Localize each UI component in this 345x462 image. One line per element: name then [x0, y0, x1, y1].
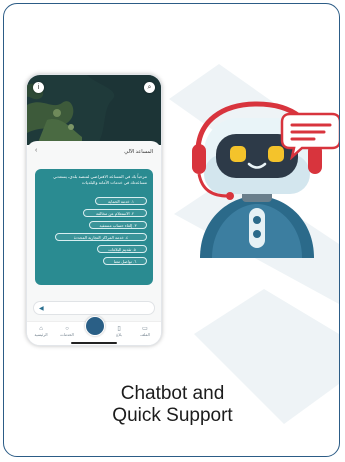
option-4[interactable]: ٤. خدمة المراكز التجارية المحددة — [55, 233, 147, 241]
center-action-button[interactable] — [85, 316, 105, 336]
nav-label-services: الخدمات — [60, 333, 74, 337]
caption-line-1: Chatbot and — [120, 383, 225, 404]
satellite-map — [27, 75, 161, 145]
chat-panel: مرحباً بك في المساعد الافتراضي لمنصة بلد… — [35, 169, 153, 285]
nav-item-inquiry[interactable]: ▯ بلاغ — [107, 325, 131, 338]
message-input[interactable]: ◀ — [33, 301, 155, 315]
back-icon[interactable]: ‹ — [35, 147, 37, 154]
bottom-nav: ⌂ الرئيسية ○ الخدمات ▯ بلاغ ▭ الملف — [27, 316, 161, 345]
search-nav-icon: ○ — [65, 326, 69, 332]
search-icon[interactable]: ⌕ — [144, 82, 155, 93]
nav-item-services[interactable]: ○ الخدمات — [55, 325, 79, 338]
nav-label-inquiry: بلاغ — [116, 333, 122, 337]
home-icon: ⌂ — [39, 326, 43, 332]
caption-line-2: Quick Support — [112, 405, 233, 426]
option-2[interactable]: ٢. الاستعلام عن مخالفة — [83, 209, 147, 217]
sheet-title: المساعد الآلي — [124, 149, 153, 155]
option-6[interactable]: ٦. تواصل معنا — [103, 257, 147, 265]
option-5[interactable]: ٥. تقديم البلاغات — [97, 245, 147, 253]
info-button[interactable]: i — [33, 82, 44, 93]
profile-icon: ▭ — [142, 326, 148, 332]
nav-item-home[interactable]: ⌂ الرئيسية — [29, 325, 53, 338]
chat-bubble-icon — [280, 112, 339, 160]
nav-item-profile[interactable]: ▭ الملف — [133, 325, 157, 338]
bot-message: مرحباً بك في المساعد الافتراضي لمنصة بلد… — [53, 174, 147, 185]
document-icon: ▯ — [117, 326, 121, 332]
nav-label-home: الرئيسية — [34, 333, 48, 337]
send-icon[interactable]: ◀ — [39, 305, 44, 312]
home-indicator — [71, 342, 117, 344]
option-3[interactable]: ٣. إلغاء حساب مستفيد — [89, 221, 147, 229]
nav-label-profile: الملف — [140, 333, 150, 337]
phone-mockup: i ⌕ ‹ المساعد الآلي مرحباً بك في المساعد… — [26, 74, 162, 346]
option-1[interactable]: ١. خدمة الحماية — [95, 197, 147, 205]
